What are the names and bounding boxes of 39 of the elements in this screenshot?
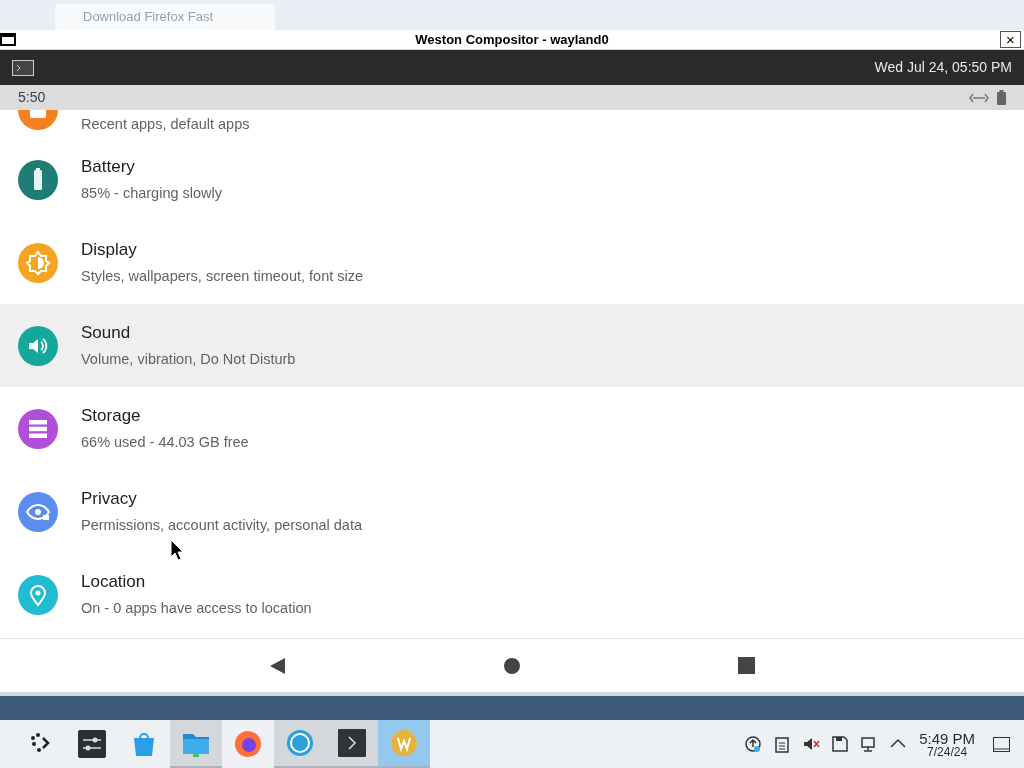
setting-summary: 66% used - 44.03 GB free (81, 432, 249, 452)
back-icon[interactable] (268, 656, 287, 675)
save-tray-icon[interactable] (831, 735, 850, 753)
setting-title: Location (81, 571, 147, 594)
setting-title: Privacy (81, 488, 138, 511)
setting-title: Battery (81, 156, 136, 179)
recents-icon[interactable] (738, 657, 756, 674)
muted-tray-icon[interactable] (802, 735, 821, 753)
home-icon[interactable] (504, 657, 521, 674)
panel-clock: Wed Jul 24, 05:50 PM (874, 58, 1012, 77)
setting-title: Storage (81, 405, 142, 428)
setting-summary: On - 0 apps have access to location (81, 598, 312, 618)
setting-summary: Volume, vibration, Do Not Disturb (81, 349, 296, 369)
setting-summary: Permissions, account activity, personal data (81, 515, 362, 535)
terminal-icon[interactable] (12, 59, 34, 76)
setting-summary: Styles, wallpapers, screen timeout, font size (81, 266, 364, 286)
battery-icon (997, 90, 1006, 105)
terminal-app-button[interactable] (326, 720, 378, 768)
setting-title: Display (81, 239, 138, 262)
maximize-icon[interactable] (0, 33, 16, 46)
setting-title: Sound (81, 322, 132, 345)
window-title: Weston Compositor - wayland0 (415, 30, 609, 49)
taskbar-time[interactable]: 5:49 PM (919, 730, 975, 746)
network-icon (969, 91, 989, 104)
settings-app-icon[interactable] (78, 730, 106, 758)
status-time: 5:50 (18, 88, 46, 107)
terminal-app-icon[interactable] (338, 729, 366, 757)
firefox-app-icon[interactable] (234, 730, 262, 758)
setting-summary: 85% - charging slowly (81, 183, 223, 203)
show-desktop-icon[interactable] (993, 736, 1010, 752)
files-app-button[interactable] (170, 720, 222, 768)
clipboard-tray-icon[interactable] (773, 735, 792, 753)
taskbar-date[interactable]: 7/24/24 (927, 745, 968, 758)
setting-summary: Recent apps, default apps (81, 115, 250, 135)
mouse-cursor-icon (170, 539, 184, 561)
circle-app-icon[interactable] (286, 729, 314, 757)
settings-item[interactable]: Sound Volume, vibration, Do Not Disturb (0, 304, 1024, 387)
update-tray-icon[interactable] (744, 735, 763, 753)
close-button[interactable]: × (1000, 31, 1021, 48)
